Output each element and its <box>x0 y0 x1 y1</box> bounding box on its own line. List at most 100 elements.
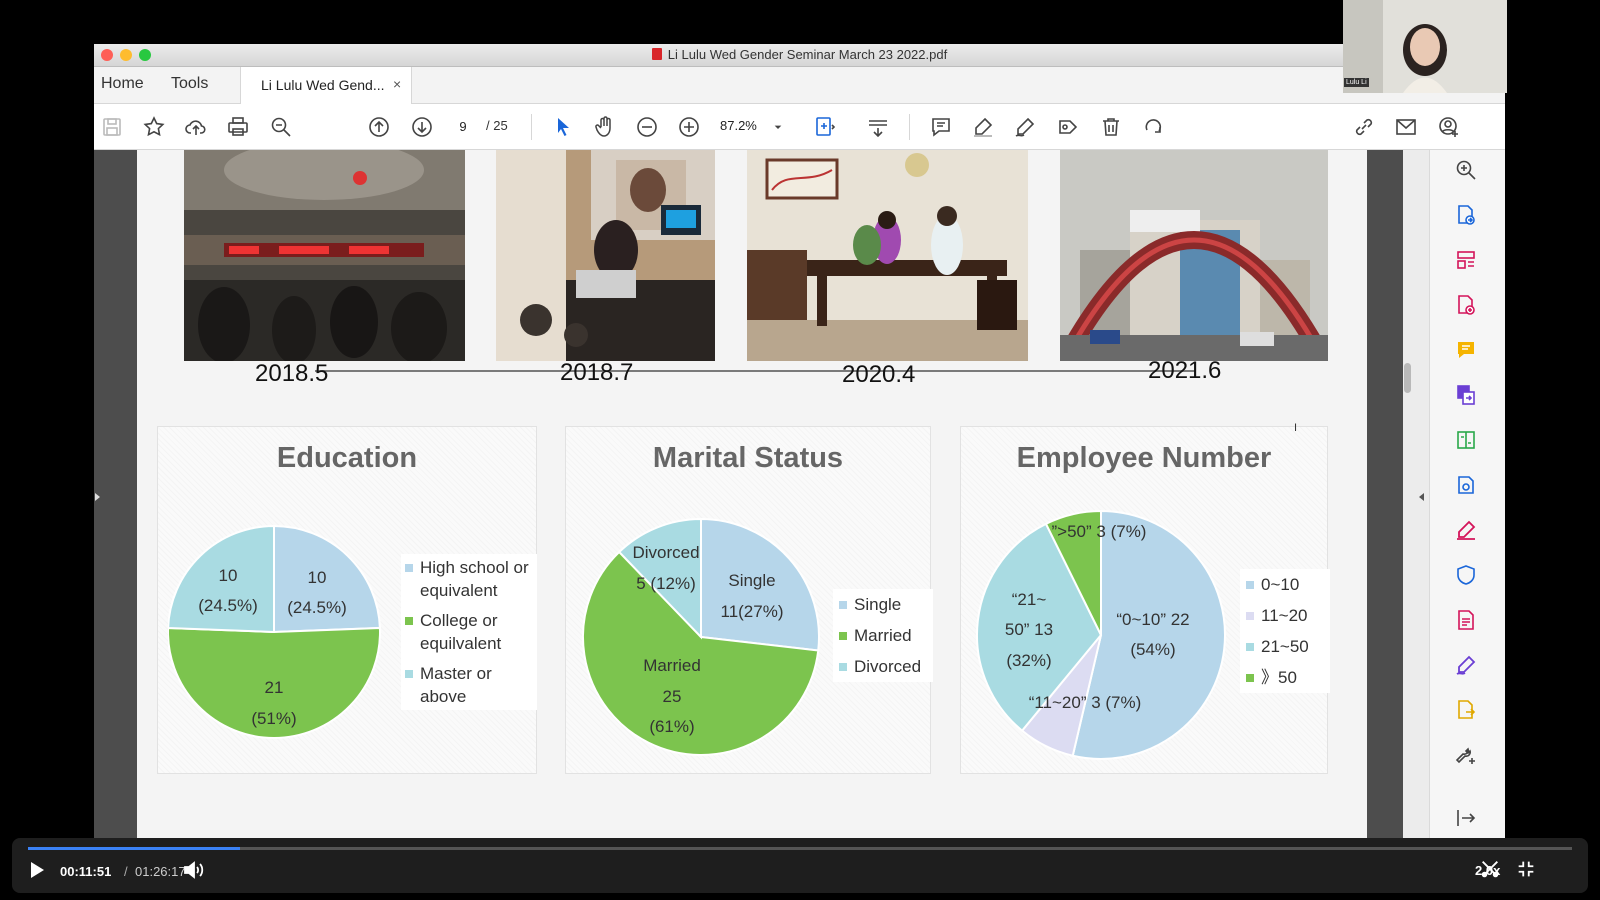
page-down-icon[interactable] <box>409 114 435 140</box>
close-tab-icon[interactable]: × <box>393 76 401 92</box>
slice-label: (61%) <box>649 717 694 736</box>
slice-label: Married <box>643 656 701 675</box>
education-legend: High school or equivalent College or equ… <box>401 554 537 710</box>
document-viewport[interactable]: 2018.5 2018.7 2020.4 2021.6 Education 10… <box>94 150 1429 844</box>
slice-label: 5 (12%) <box>636 574 696 593</box>
sign-icon[interactable] <box>1012 114 1038 140</box>
legend-label: High school or equivalent <box>420 558 529 600</box>
legend-swatch <box>405 670 413 678</box>
webcam-name-label: Lulu Li <box>1344 78 1369 87</box>
shuffle-cut-icon[interactable] <box>1479 858 1501 880</box>
collapse-panel-icon[interactable] <box>1454 806 1482 834</box>
vertical-scrollbar[interactable] <box>1403 150 1429 844</box>
page-number-input[interactable]: 9 <box>447 115 479 139</box>
photo-office-laptop <box>496 150 715 361</box>
tools-tab[interactable]: Tools <box>171 75 208 93</box>
scroll-mode-icon[interactable] <box>865 114 891 140</box>
trash-icon[interactable] <box>1098 114 1124 140</box>
minus-circle-icon[interactable] <box>634 114 660 140</box>
legend-label: Divorced <box>854 657 922 676</box>
zoom-search-icon[interactable] <box>1454 158 1482 186</box>
volume-mute-icon[interactable] <box>181 858 205 882</box>
account-icon[interactable] <box>1436 114 1462 140</box>
text-cursor-icon: I <box>1294 422 1298 434</box>
compress-pdf-icon[interactable] <box>1454 428 1482 456</box>
highlight-icon[interactable] <box>970 114 996 140</box>
slice-label: (24.5%) <box>198 596 258 615</box>
fit-page-icon[interactable] <box>812 114 838 140</box>
slice-label: 25 <box>663 687 682 706</box>
legend-swatch <box>1246 643 1254 651</box>
slice-label: 10 <box>308 568 327 587</box>
chart-title: Marital Status <box>652 442 844 474</box>
tab-bar: Home Tools Li Lulu Wed Gend... × <box>94 67 1505 104</box>
marital-pie: Divorced 5 (12%) Single 11(27%) Married … <box>582 517 820 756</box>
time-separator: / <box>124 864 128 879</box>
scan-ocr-icon[interactable] <box>1454 698 1482 726</box>
slice-label: (54%) <box>1130 640 1175 659</box>
rotate-icon[interactable] <box>1140 114 1166 140</box>
request-signature-icon[interactable] <box>1454 653 1482 681</box>
send-for-review-icon[interactable] <box>1454 473 1482 501</box>
slice-label: 21 <box>265 678 284 697</box>
combine-files-icon[interactable] <box>1454 383 1482 411</box>
education-pie: 10 (24.5%) 10 (24.5%) 21 (51%) <box>168 524 381 740</box>
organize-pages-icon[interactable] <box>1454 248 1482 276</box>
more-tools-icon[interactable] <box>1454 743 1482 771</box>
star-icon[interactable] <box>141 114 167 140</box>
legend-swatch <box>1246 674 1254 682</box>
hand-icon[interactable] <box>592 114 618 140</box>
webcam-thumbnail[interactable]: Lulu Li <box>1343 0 1507 93</box>
right-panel-toggle-icon[interactable] <box>1417 490 1425 504</box>
exit-fullscreen-icon[interactable] <box>1515 858 1537 880</box>
timeline-year: 2021.6 <box>1148 357 1222 384</box>
protect-icon[interactable] <box>1454 563 1482 591</box>
slice-label: 50” 13 <box>1005 620 1053 639</box>
play-icon[interactable] <box>24 858 48 882</box>
photo-tea-room <box>747 150 1028 361</box>
timeline-line <box>315 370 1195 372</box>
photo-market-gate <box>1060 150 1328 361</box>
legend-label: 21~50 <box>1261 637 1309 656</box>
legend-label: 0~10 <box>1261 575 1300 594</box>
zoom-out-icon[interactable] <box>268 114 294 140</box>
legend-swatch <box>839 601 847 609</box>
email-icon[interactable] <box>1393 114 1419 140</box>
employee-pie: ”>50” 3 (7%) “21~ 50” 13 (32%) “0~10” 22… <box>976 509 1226 760</box>
left-panel-toggle-icon[interactable] <box>94 490 102 504</box>
document-tab[interactable]: Li Lulu Wed Gend... × <box>240 67 412 104</box>
select-cursor-icon[interactable] <box>550 114 576 140</box>
legend-item: Divorced <box>839 655 927 678</box>
slice-label: Divorced <box>632 543 699 562</box>
comment-icon[interactable] <box>928 114 954 140</box>
plus-circle-icon[interactable] <box>676 114 702 140</box>
create-pdf-icon[interactable] <box>1454 293 1482 321</box>
title-bar: Li Lulu Wed Gender Seminar March 23 2022… <box>94 44 1505 67</box>
print-icon[interactable] <box>225 114 251 140</box>
prepare-form-icon[interactable] <box>1454 608 1482 636</box>
zoom-dropdown-icon[interactable] <box>770 114 786 140</box>
video-player-controls: 00:11:51 / 01:26:17 2.0x <box>12 838 1588 893</box>
home-tab[interactable]: Home <box>101 75 144 93</box>
slice-label: “0~10” 22 <box>1116 610 1189 629</box>
legend-swatch <box>405 617 413 625</box>
total-time: 01:26:17 <box>135 864 186 879</box>
progress-fill <box>28 847 240 850</box>
upload-icon[interactable] <box>183 114 209 140</box>
stamp-icon[interactable] <box>1055 114 1081 140</box>
main-toolbar: 9 / 25 87.2% <box>94 104 1505 150</box>
fill-sign-icon[interactable] <box>1454 518 1482 546</box>
progress-bar[interactable] <box>28 847 1572 850</box>
window-title: Li Lulu Wed Gender Seminar March 23 2022… <box>94 47 1505 62</box>
slice-label: (32%) <box>1006 651 1051 670</box>
zoom-level[interactable]: 87.2% <box>720 118 757 133</box>
legend-swatch <box>1246 612 1254 620</box>
export-pdf-icon[interactable] <box>1454 203 1482 231</box>
page-up-icon[interactable] <box>366 114 392 140</box>
comment-tool-icon[interactable] <box>1454 338 1482 366</box>
timeline-year: 2018.7 <box>560 359 634 386</box>
slice-label: (24.5%) <box>287 598 347 617</box>
link-icon[interactable] <box>1351 114 1377 140</box>
scrollbar-thumb[interactable] <box>1404 363 1411 393</box>
save-icon[interactable] <box>99 114 125 140</box>
